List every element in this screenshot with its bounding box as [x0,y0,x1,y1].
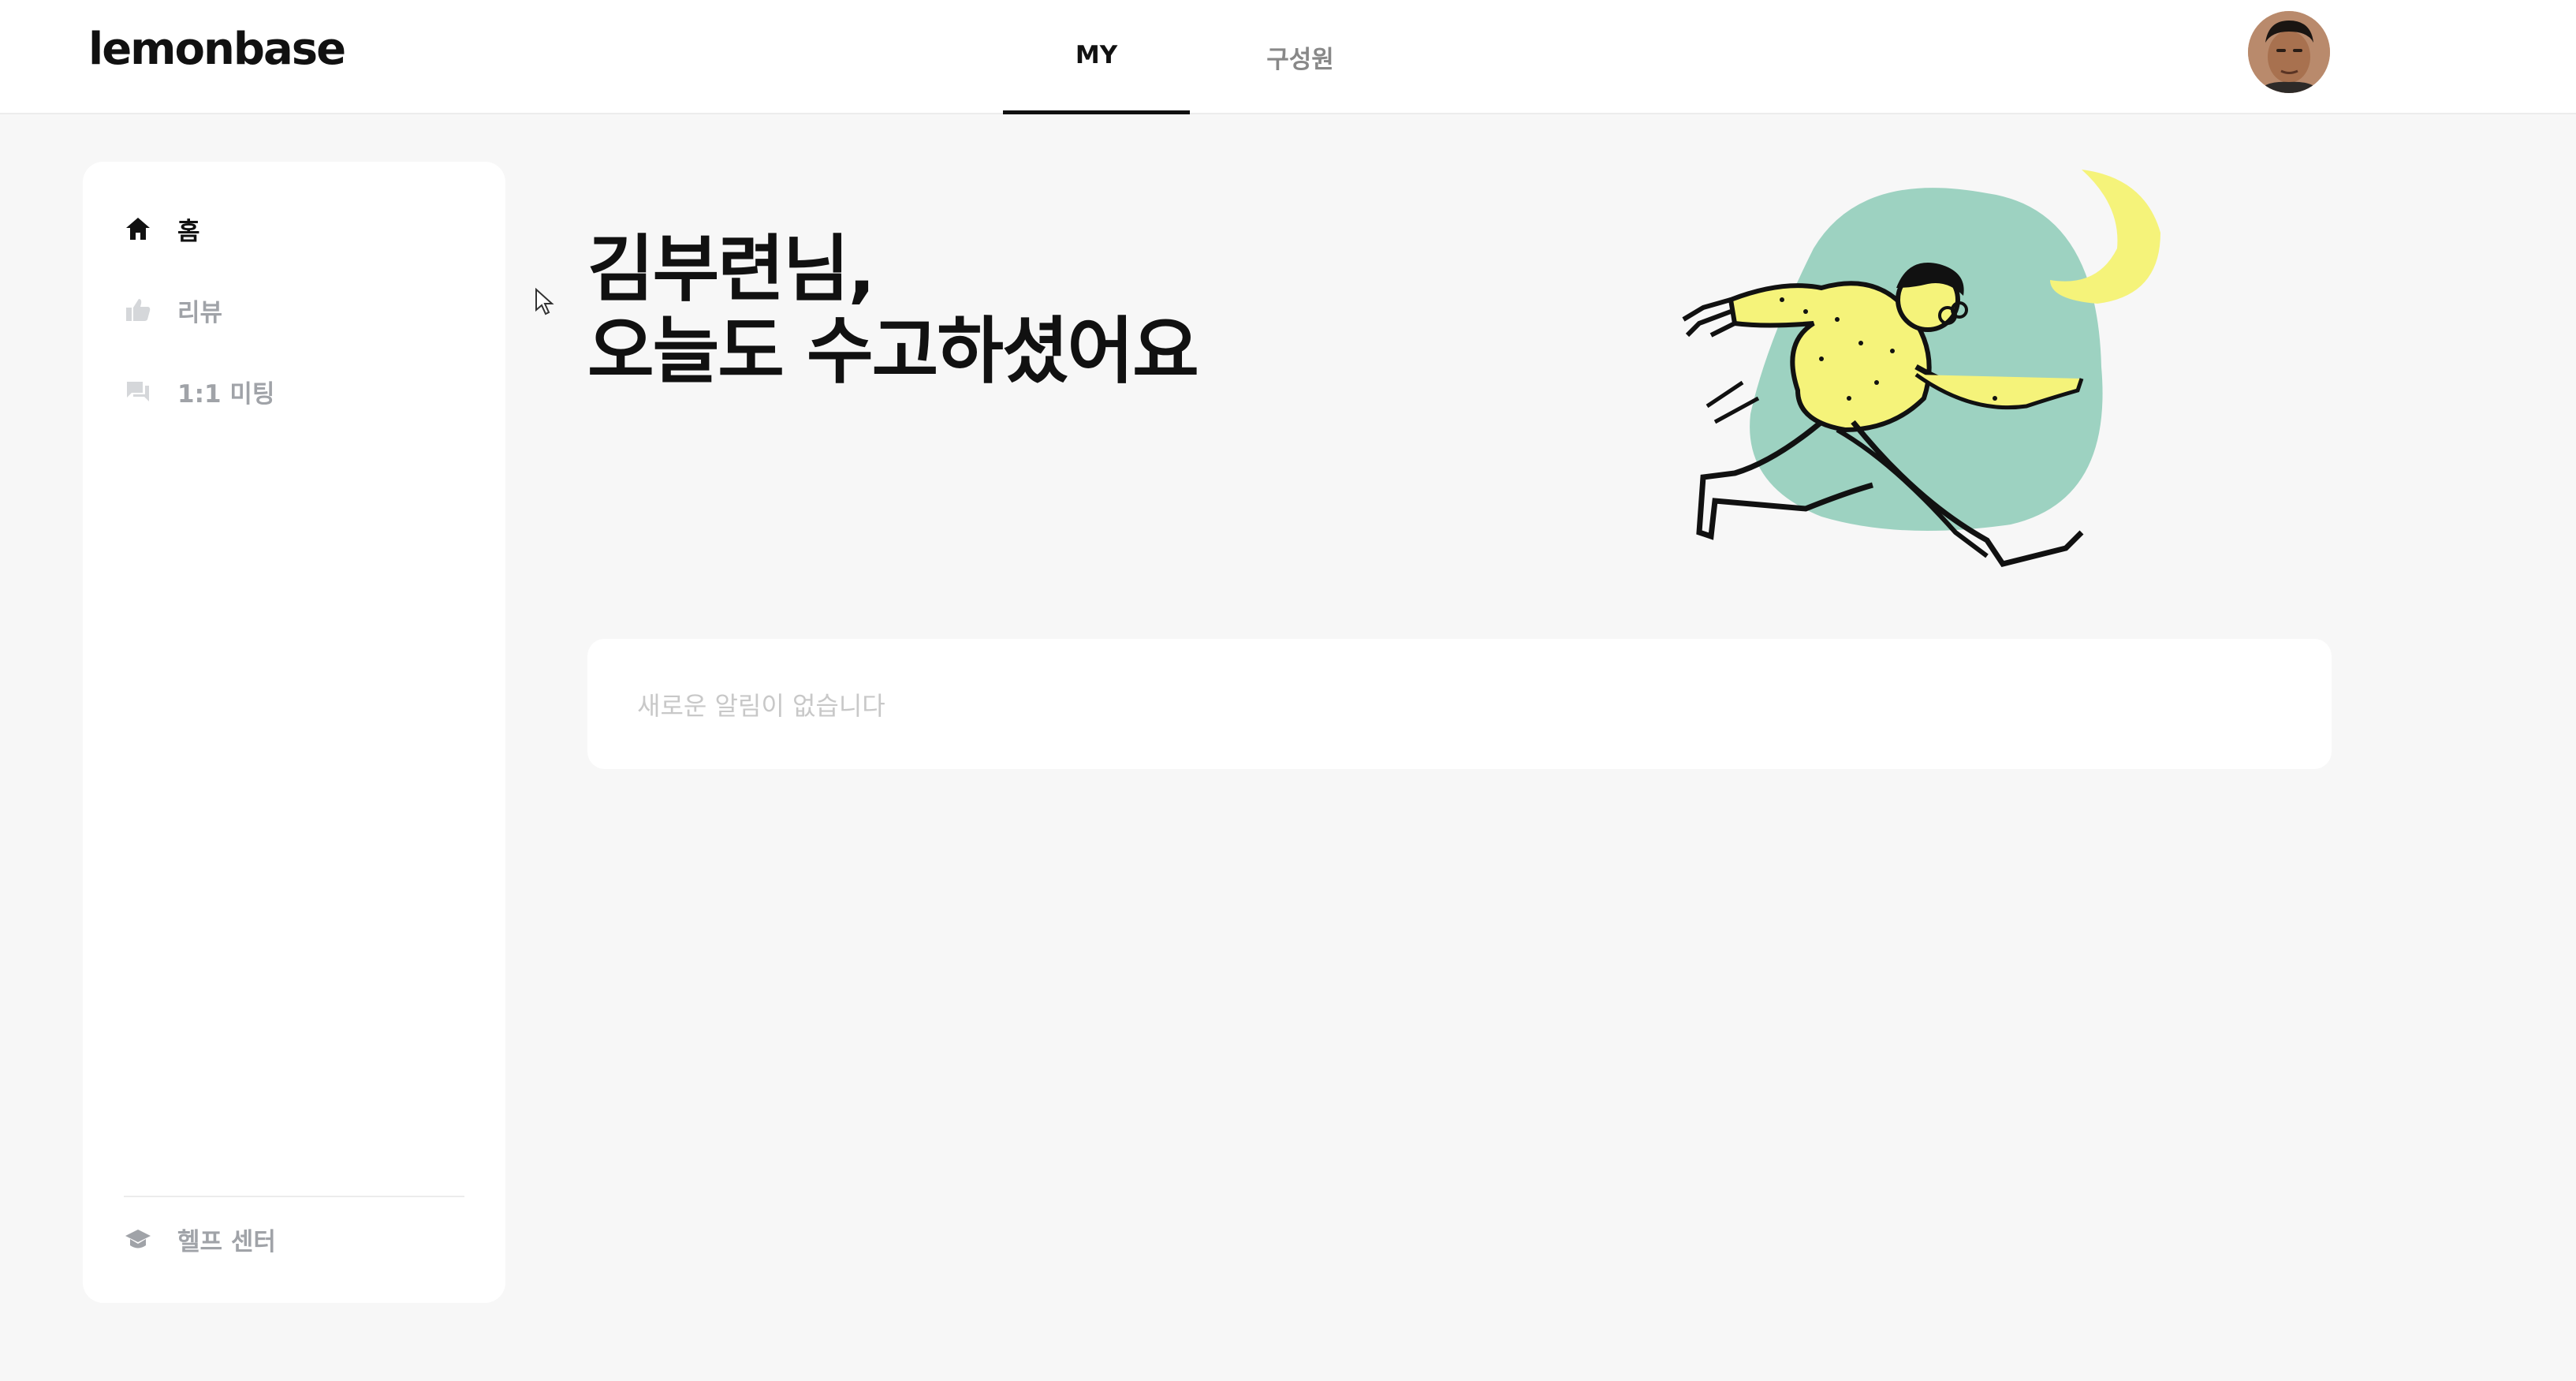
greeting-heading: 김부련님, 오늘도 수고하셨어요 [587,227,1199,394]
top-navigation-bar: lemonbase MY 구성원 [0,0,2576,114]
thumbs-up-icon [126,299,151,321]
sidebar-divider [124,1196,464,1197]
mouse-cursor-icon [535,288,554,315]
avatar-portrait-icon [2248,11,2330,93]
greeting-line-2: 오늘도 수고하셨어요 [587,309,1199,394]
tab-members[interactable]: 구성원 [1214,0,1386,114]
sidebar-item-label: 홈 [177,217,200,246]
home-icon [126,218,150,240]
running-person-illustration [1682,170,2160,567]
sidebar-item-label: 리뷰 [177,298,223,327]
lemonbase-logo[interactable]: lemonbase [88,24,346,75]
sidebar-item-label: 1:1 미팅 [177,379,275,409]
chat-icon [127,382,149,401]
notifications-card: 새로운 알림이 없습니다 [587,639,2332,769]
sidebar-item-home[interactable]: 홈 [124,205,200,252]
sidebar-item-help-center[interactable]: 헬프 센터 [124,1215,276,1263]
greeting-line-1: 김부련님, [587,227,876,312]
user-avatar[interactable] [2248,11,2330,93]
sidebar-item-review[interactable]: 리뷰 [124,286,222,334]
sidebar-item-label: 헬프 센터 [177,1227,276,1256]
graduation-cap-icon [125,1230,151,1248]
sidebar: 홈 리뷰 1:1 미팅 헬프 센터 [83,162,505,1303]
sidebar-item-one-on-one[interactable]: 1:1 미팅 [124,368,274,415]
notifications-empty-text: 새로운 알림이 없습니다 [637,690,885,721]
tab-my[interactable]: MY [1003,0,1190,114]
